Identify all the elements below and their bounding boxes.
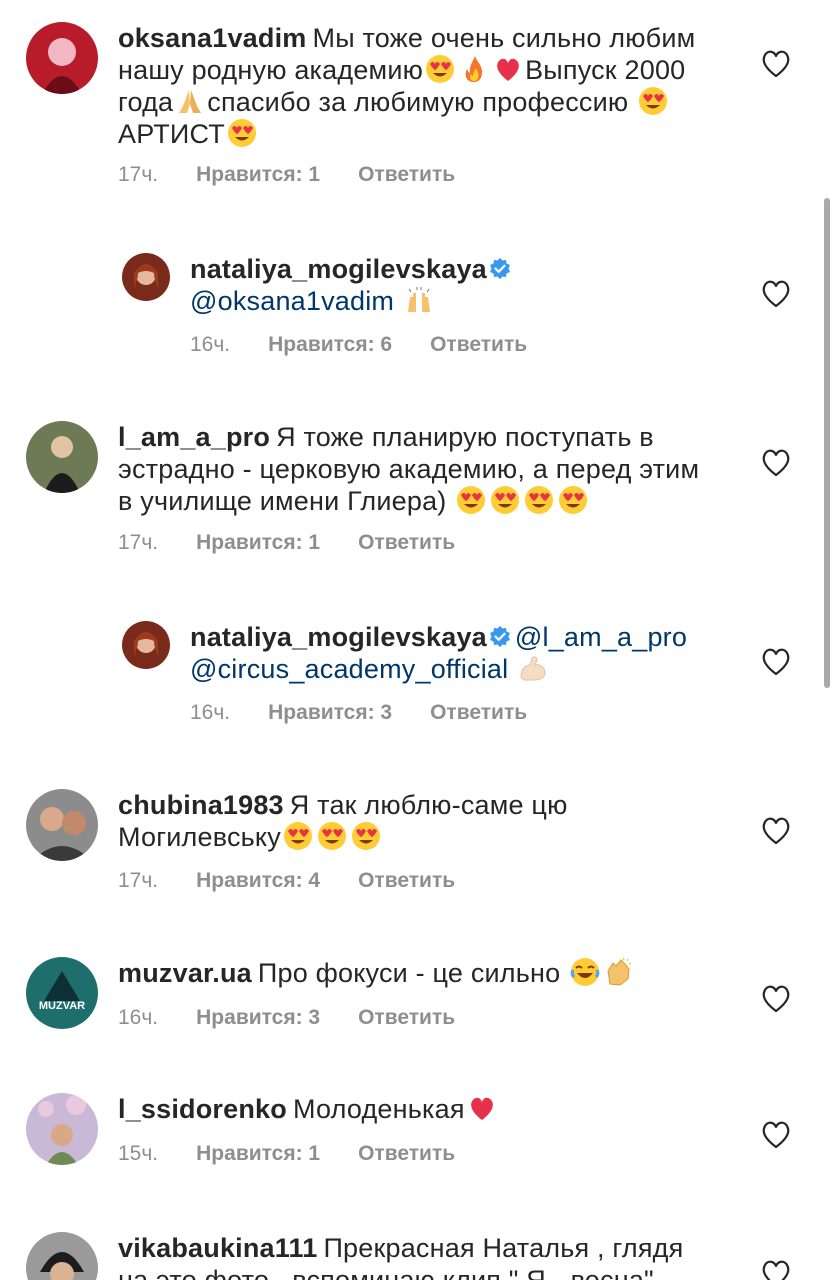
mention-link[interactable]: @oksana1vadim	[190, 286, 394, 316]
username[interactable]: vikabaukina111	[118, 1233, 317, 1263]
timestamp: 15ч.	[118, 1142, 159, 1165]
timestamp: 17ч.	[118, 869, 159, 892]
mention-link[interactable]: @circus_academy_official	[190, 654, 508, 684]
comment-text: vikabaukina111 Прекрасная Наталья , глядя…	[118, 1233, 684, 1280]
timestamp: 17ч.	[118, 531, 159, 554]
username[interactable]: chubina1983	[118, 790, 284, 820]
heart-eyes-emoji-icon	[228, 119, 256, 147]
heart-eyes-emoji-icon	[457, 486, 486, 514]
heart-eyes-emoji-icon	[426, 55, 455, 83]
fire-emoji-icon	[465, 56, 483, 82]
mention-link[interactable]: @l_am_a_pro	[515, 622, 687, 652]
heart-eyes-emoji-icon	[525, 486, 554, 514]
username[interactable]: oksana1vadim	[118, 23, 307, 53]
username[interactable]: muzvar.ua	[118, 958, 252, 988]
comment-text: nataliya_mogilevskaya @l_am_a_pro @circus…	[190, 621, 750, 685]
likes-count[interactable]: Нравится: 1	[196, 1142, 320, 1166]
reply-button[interactable]: Ответить	[430, 701, 527, 725]
heart-emoji-icon	[470, 1097, 493, 1120]
like-heart-icon[interactable]	[760, 447, 792, 477]
scrollbar[interactable]	[824, 198, 830, 688]
heart-emoji-icon	[497, 58, 519, 81]
reply-button[interactable]: Ответить	[358, 1006, 455, 1030]
username[interactable]: l_am_a_pro	[118, 422, 270, 452]
like-heart-icon[interactable]	[760, 278, 792, 308]
timestamp: 16ч.	[118, 1006, 159, 1029]
avatar[interactable]	[26, 421, 98, 493]
username[interactable]: nataliya_mogilevskaya	[190, 622, 487, 652]
svg-text:MUZVAR: MUZVAR	[39, 1000, 85, 1012]
likes-count[interactable]: Нравится: 1	[196, 531, 320, 555]
like-heart-icon[interactable]	[760, 1119, 792, 1149]
heart-eyes-emoji-icon	[491, 486, 520, 514]
clapping-hands-emoji-icon	[607, 957, 632, 986]
flexed-biceps-emoji-icon	[520, 656, 546, 681]
reply-button[interactable]: Ответить	[358, 869, 455, 893]
heart-eyes-emoji-icon	[317, 822, 346, 850]
likes-count[interactable]: Нравится: 3	[268, 701, 392, 725]
heart-eyes-emoji-icon	[559, 486, 588, 514]
comment-text: oksana1vadim Мы тоже очень сильно любим н…	[118, 23, 696, 149]
like-heart-icon[interactable]	[760, 815, 792, 845]
comment-meta: 16ч. Нравится: 3 Ответить	[190, 701, 565, 725]
comment-text: nataliya_mogilevskaya @oksana1vadim	[190, 253, 750, 317]
avatar[interactable]	[122, 253, 170, 301]
heart-eyes-emoji-icon	[351, 822, 380, 850]
comment-text: chubina1983 Я так люблю-саме цю Могилевсь…	[118, 790, 568, 852]
timestamp: 16ч.	[190, 701, 231, 724]
comment-meta: 17ч. Нравится: 1 Ответить	[118, 163, 493, 187]
avatar[interactable]	[26, 1093, 98, 1165]
avatar[interactable]	[26, 789, 98, 861]
like-heart-icon[interactable]	[760, 1258, 792, 1280]
reply-button[interactable]: Ответить	[358, 1142, 455, 1166]
like-heart-icon[interactable]	[760, 646, 792, 676]
comment-meta: 16ч. Нравится: 6 Ответить	[190, 333, 565, 357]
avatar[interactable]	[26, 1232, 98, 1280]
comment-meta: 15ч. Нравится: 1 Ответить	[118, 1142, 493, 1166]
comment-text: l_ssidorenko Молоденькая	[118, 1093, 718, 1125]
praying-hands-emoji-icon	[179, 90, 202, 113]
likes-count[interactable]: Нравится: 1	[196, 163, 320, 187]
timestamp: 17ч.	[118, 163, 159, 186]
reply-button[interactable]: Ответить	[358, 531, 455, 555]
comment-meta: 16ч. Нравится: 3 Ответить	[118, 1006, 493, 1030]
comment-text: muzvar.ua Про фокуси - це сильно	[118, 957, 718, 989]
verified-badge-icon	[488, 258, 511, 280]
comment-text: l_am_a_pro Я тоже планирую поступать в эс…	[118, 422, 700, 516]
tears-of-joy-emoji-icon	[570, 957, 601, 987]
avatar[interactable]	[122, 621, 170, 669]
comment-meta: 17ч. Нравится: 1 Ответить	[118, 531, 493, 555]
reply-button[interactable]: Ответить	[430, 333, 527, 357]
timestamp: 16ч.	[190, 333, 231, 356]
avatar[interactable]	[26, 22, 98, 94]
reply-button[interactable]: Ответить	[358, 163, 455, 187]
username[interactable]: l_ssidorenko	[118, 1094, 287, 1124]
likes-count[interactable]: Нравится: 3	[196, 1006, 320, 1030]
avatar[interactable]: MUZVAR	[26, 957, 98, 1029]
verified-badge-icon	[488, 626, 511, 648]
likes-count[interactable]: Нравится: 6	[268, 333, 392, 357]
like-heart-icon[interactable]	[760, 48, 792, 78]
heart-eyes-emoji-icon	[283, 822, 312, 850]
likes-count[interactable]: Нравится: 4	[196, 869, 320, 893]
username[interactable]: nataliya_mogilevskaya	[190, 254, 487, 284]
like-heart-icon[interactable]	[760, 983, 792, 1013]
comment-meta: 17ч. Нравится: 4 Ответить	[118, 869, 493, 893]
raised-hands-emoji-icon	[407, 286, 431, 313]
heart-eyes-emoji-icon	[639, 87, 668, 115]
